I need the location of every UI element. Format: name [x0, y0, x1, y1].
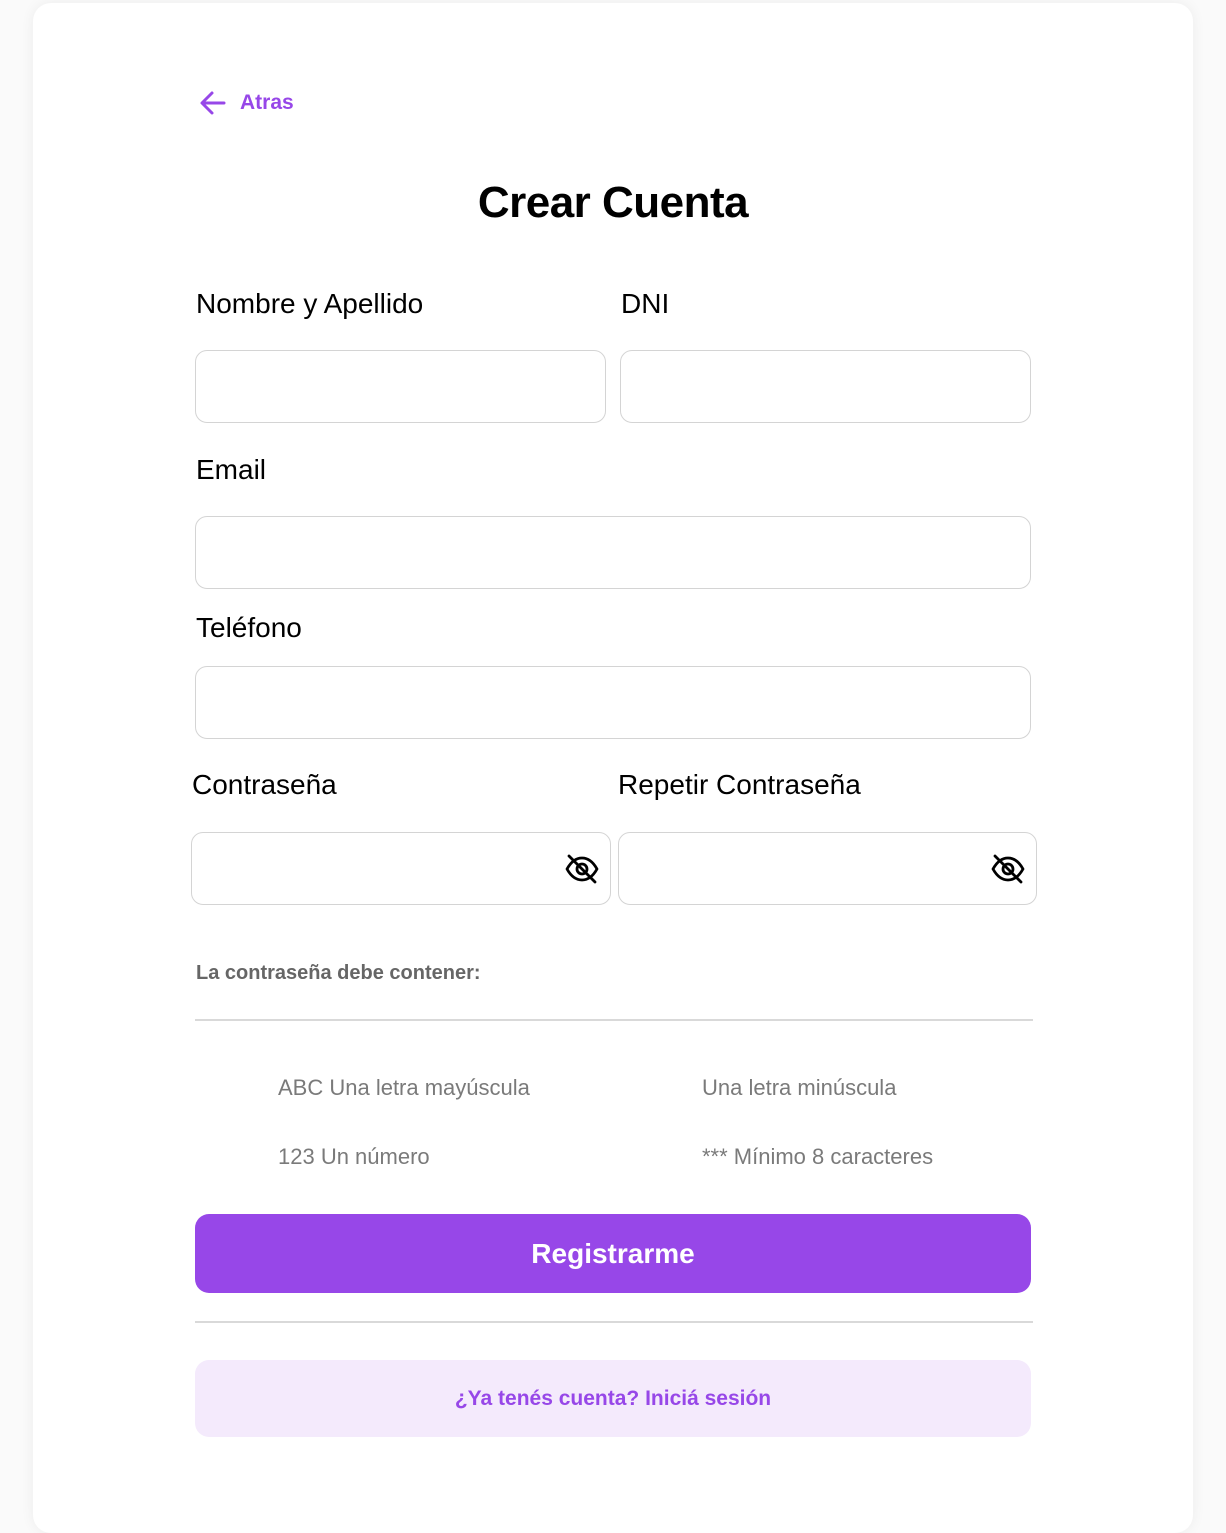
email-input[interactable] [195, 516, 1031, 589]
rule-uppercase: ABC Una letra mayúscula [278, 1075, 530, 1100]
page-title: Crear Cuenta [477, 178, 749, 227]
phone-input[interactable] [195, 666, 1031, 739]
password-repeat-input[interactable] [618, 832, 1037, 905]
email-label: Email [196, 454, 267, 485]
back-label: Atras [240, 91, 294, 114]
password-input[interactable] [191, 832, 611, 905]
password-label: Contraseña [192, 769, 337, 800]
divider [195, 1019, 1033, 1021]
name-input[interactable] [195, 350, 606, 423]
divider [195, 1321, 1033, 1323]
register-card [33, 3, 1193, 1533]
dni-label: DNI [621, 288, 670, 319]
name-label: Nombre y Apellido [196, 288, 424, 319]
eye-off-icon[interactable] [564, 852, 600, 886]
eye-off-icon[interactable] [990, 852, 1026, 886]
dni-input[interactable] [620, 350, 1031, 423]
arrow-left-icon [198, 88, 228, 118]
rule-number: 123 Un número [278, 1144, 430, 1169]
register-button[interactable]: Registrarme [195, 1214, 1031, 1293]
back-link[interactable]: Atras [198, 88, 294, 118]
password-rules-title: La contraseña debe contener: [196, 962, 481, 984]
login-link[interactable]: ¿Ya tenés cuenta? Iniciá sesión [195, 1360, 1031, 1437]
rule-lowercase: Una letra minúscula [702, 1075, 897, 1100]
phone-label: Teléfono [196, 612, 302, 643]
password-repeat-label: Repetir Contraseña [618, 769, 861, 800]
rule-min-length: *** Mínimo 8 caracteres [702, 1144, 934, 1169]
